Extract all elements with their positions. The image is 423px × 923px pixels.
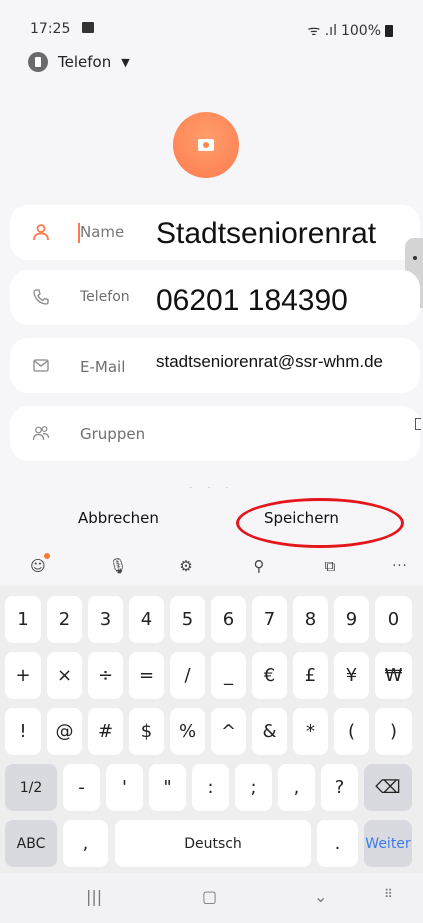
key[interactable]: ^ bbox=[211, 708, 246, 755]
mail-icon bbox=[33, 359, 49, 372]
emoji-glyph: ☺ bbox=[30, 557, 46, 575]
groups-field[interactable]: Gruppen bbox=[10, 406, 420, 461]
name-label: Name bbox=[80, 223, 125, 241]
key[interactable]: , bbox=[278, 764, 315, 811]
key[interactable]: 8 bbox=[293, 596, 328, 643]
status-time: 17:25 bbox=[30, 21, 71, 37]
side-panel-icon[interactable] bbox=[415, 418, 421, 430]
email-field[interactable]: E-Mail stadtseniorenrat@ssr-whm.de bbox=[10, 338, 420, 393]
key[interactable]: 1 bbox=[5, 596, 41, 643]
backspace-key[interactable]: ⌫ bbox=[364, 764, 412, 811]
key[interactable]: ' bbox=[106, 764, 143, 811]
keyboard-toolbar: ☺ 🎙 ⚙ ⚲ ⧉ ··· bbox=[0, 550, 423, 584]
dropdown-arrow-icon: ▼ bbox=[121, 55, 130, 69]
key[interactable]: 2 bbox=[47, 596, 82, 643]
phone-label: Telefon bbox=[80, 289, 130, 305]
key[interactable]: 5 bbox=[170, 596, 205, 643]
key[interactable]: : bbox=[192, 764, 229, 811]
phone-icon bbox=[33, 289, 49, 305]
settings-icon[interactable]: ⚙ bbox=[176, 556, 196, 576]
highlight-ring bbox=[236, 498, 404, 548]
contact-photo-button[interactable] bbox=[173, 112, 239, 178]
comma-key[interactable]: , bbox=[63, 820, 108, 867]
key[interactable]: & bbox=[252, 708, 287, 755]
key[interactable]: * bbox=[293, 708, 328, 755]
gallery-notification-icon bbox=[82, 22, 94, 33]
clipboard-icon[interactable]: ⧉ bbox=[320, 556, 340, 576]
groups-label: Gruppen bbox=[80, 425, 146, 443]
key[interactable]: = bbox=[129, 652, 164, 699]
notification-dot bbox=[44, 553, 50, 559]
key[interactable]: 0 bbox=[375, 596, 412, 643]
keyboard-row-4: 1/2 - ' " : ; , ? ⌫ bbox=[5, 764, 418, 811]
scroll-indicator bbox=[413, 256, 417, 260]
key[interactable]: 9 bbox=[334, 596, 369, 643]
battery-icon bbox=[385, 24, 393, 37]
key[interactable]: ; bbox=[235, 764, 272, 811]
account-selector-label: Telefon bbox=[58, 53, 112, 71]
person-icon bbox=[33, 224, 49, 241]
name-value[interactable]: Stadtseniorenrat bbox=[156, 217, 376, 251]
key[interactable]: / bbox=[170, 652, 205, 699]
battery-percent: 100% bbox=[340, 22, 381, 39]
account-selector[interactable]: Telefon ▼ bbox=[28, 52, 130, 72]
key[interactable]: ( bbox=[334, 708, 369, 755]
key[interactable]: ! bbox=[5, 708, 41, 755]
key[interactable]: ₩ bbox=[375, 652, 412, 699]
navigation-bar: ||| ▢ ⌄ ⠿ bbox=[0, 873, 423, 923]
keyboard-switch-icon[interactable]: ⠿ bbox=[384, 887, 393, 901]
key[interactable]: ¥ bbox=[334, 652, 369, 699]
cancel-button[interactable]: Abbrechen bbox=[78, 509, 159, 527]
key[interactable]: - bbox=[63, 764, 100, 811]
key[interactable]: ) bbox=[375, 708, 412, 755]
phone-field[interactable]: Telefon 06201 184390 bbox=[10, 270, 420, 325]
more-fields-indicator: · · · bbox=[189, 482, 235, 493]
keyboard: 1 2 3 4 5 6 7 8 9 0 + × ÷ = / _ € £ ¥ ₩ … bbox=[0, 586, 423, 873]
status-bar: 17:25 ᯤ .ıl 100% bbox=[0, 0, 423, 40]
phone-value[interactable]: 06201 184390 bbox=[156, 284, 348, 318]
keyboard-row-5: ABC , Deutsch . Weiter bbox=[5, 820, 418, 867]
key[interactable]: % bbox=[170, 708, 205, 755]
camera-icon bbox=[198, 139, 214, 151]
next-key[interactable]: Weiter bbox=[364, 820, 412, 867]
space-key[interactable]: Deutsch bbox=[115, 820, 311, 867]
key[interactable]: £ bbox=[293, 652, 328, 699]
key[interactable]: @ bbox=[47, 708, 82, 755]
recents-icon[interactable]: ||| bbox=[86, 887, 102, 906]
key[interactable]: $ bbox=[129, 708, 164, 755]
name-field[interactable]: Name Stadtseniorenrat bbox=[10, 205, 420, 260]
key[interactable]: ? bbox=[321, 764, 358, 811]
key[interactable]: 4 bbox=[129, 596, 164, 643]
symbol-page-key[interactable]: 1/2 bbox=[5, 764, 57, 811]
abc-key[interactable]: ABC bbox=[5, 820, 57, 867]
key[interactable]: _ bbox=[211, 652, 246, 699]
keyboard-row-2: + × ÷ = / _ € £ ¥ ₩ bbox=[5, 652, 418, 699]
keyboard-row-1: 1 2 3 4 5 6 7 8 9 0 bbox=[5, 596, 418, 643]
key[interactable]: ÷ bbox=[88, 652, 123, 699]
phone-storage-icon bbox=[28, 52, 48, 72]
key[interactable]: 3 bbox=[88, 596, 123, 643]
groups-icon bbox=[32, 426, 50, 441]
microphone-icon[interactable]: 🎙 bbox=[108, 556, 128, 576]
key[interactable]: # bbox=[88, 708, 123, 755]
key[interactable]: 7 bbox=[252, 596, 287, 643]
home-icon[interactable]: ▢ bbox=[202, 887, 217, 906]
emoji-icon[interactable]: ☺ bbox=[28, 553, 50, 576]
keyboard-row-3: ! @ # $ % ^ & * ( ) bbox=[5, 708, 418, 755]
key[interactable]: 6 bbox=[211, 596, 246, 643]
period-key[interactable]: . bbox=[317, 820, 358, 867]
key[interactable]: " bbox=[149, 764, 186, 811]
search-icon[interactable]: ⚲ bbox=[249, 556, 269, 576]
email-value[interactable]: stadtseniorenrat@ssr-whm.de bbox=[156, 352, 383, 372]
email-label: E-Mail bbox=[80, 358, 126, 376]
wifi-signal-icon: ᯤ .ıl bbox=[307, 23, 337, 39]
back-icon[interactable]: ⌄ bbox=[314, 887, 327, 906]
key[interactable]: × bbox=[47, 652, 82, 699]
more-options-icon[interactable]: ··· bbox=[390, 556, 410, 576]
key[interactable]: + bbox=[5, 652, 41, 699]
key[interactable]: € bbox=[252, 652, 287, 699]
status-right: ᯤ .ıl 100% bbox=[307, 21, 393, 40]
